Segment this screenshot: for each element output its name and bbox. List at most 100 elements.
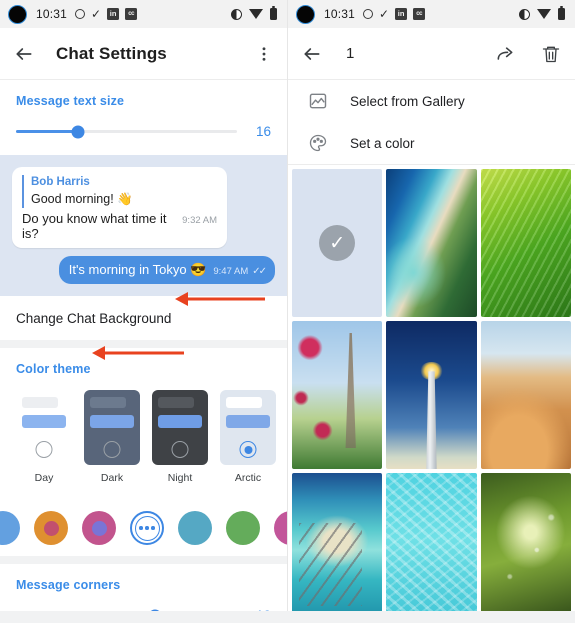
incoming-bubble: Bob Harris Good morning! 👋 Do you know w… <box>12 167 227 249</box>
battery-icon <box>270 6 277 20</box>
message-corners-label: Message corners <box>16 578 121 593</box>
wallpaper-overwater-villas[interactable] <box>292 473 383 621</box>
theme-card-preview[interactable] <box>84 390 140 466</box>
color-swatch-green[interactable] <box>226 511 260 546</box>
left-phone-panel: 10:31 ✓ in cc Chat Settings Message text… <box>0 0 288 623</box>
more-colors-icon <box>139 526 155 530</box>
theme-card-preview[interactable] <box>16 390 72 466</box>
linkedin-icon: in <box>107 8 120 20</box>
theme-preview-bar <box>90 397 126 409</box>
battery-icon <box>558 6 565 20</box>
theme-preview-bubble <box>22 415 66 429</box>
menu-item-label: Select from Gallery <box>350 93 465 109</box>
theme-radio-button[interactable] <box>103 441 121 459</box>
theme-card-preview[interactable] <box>220 390 276 466</box>
check-icon: ✓ <box>379 7 390 21</box>
dual-phone-screenshot: 10:31 ✓ in cc Chat Settings Message text… <box>0 0 575 623</box>
menu-item-label: Set a color <box>350 135 415 151</box>
wallpaper-clear-water[interactable] <box>386 473 477 621</box>
wallpaper-sand-dune[interactable] <box>480 321 571 469</box>
theme-label: Day <box>34 472 54 485</box>
arrow-left-icon[interactable] <box>14 44 34 64</box>
status-bar-left: 10:31 ✓ in cc <box>0 0 287 28</box>
slider-knob[interactable] <box>71 125 85 138</box>
theme-option-arctic[interactable]: Arctic <box>220 390 276 484</box>
right-phone-panel: 10:31 ✓ in cc 1 Select from Gallery Set … <box>288 0 575 623</box>
arrow-left-icon[interactable] <box>302 44 322 64</box>
outgoing-bubble: It's morning in Tokyo 😎 9:47 AM ✓✓ <box>58 256 275 285</box>
linkedin-icon: in <box>395 8 408 20</box>
message-text-size-slider-row: 16 <box>16 124 271 139</box>
ring-icon <box>75 9 86 19</box>
color-swatch-teal[interactable] <box>178 511 212 546</box>
color-swatch-blue[interactable] <box>0 511 20 546</box>
dnd-icon <box>519 8 530 20</box>
wallpaper-grid: ✓ <box>288 165 575 621</box>
status-time: 10:31 <box>324 7 356 21</box>
color-swatch-pink[interactable] <box>82 511 116 546</box>
theme-option-dark[interactable]: Dark <box>84 390 140 484</box>
section-divider-2 <box>0 556 287 565</box>
message-text-size-slider[interactable] <box>16 125 237 138</box>
theme-card-preview[interactable] <box>152 390 208 466</box>
wallpaper-selected-solid[interactable]: ✓ <box>292 169 383 317</box>
wallpaper-sunlit-forest[interactable] <box>480 473 571 621</box>
dnd-icon <box>231 8 242 20</box>
palette-icon <box>306 133 330 153</box>
share-arrow-icon[interactable] <box>495 44 515 64</box>
theme-label: Night <box>167 472 193 485</box>
wallpaper-lighthouse[interactable] <box>386 321 477 469</box>
left-app-bar: Chat Settings <box>0 28 287 80</box>
status-bar-right: 10:31 ✓ in cc <box>288 0 575 28</box>
menu-item-set-a-color[interactable]: Set a color <box>288 122 575 164</box>
color-swatch-orange[interactable] <box>34 511 68 546</box>
theme-preview-bubble <box>90 415 134 429</box>
check-icon: ✓ <box>319 225 356 261</box>
theme-card-list: Day Dark Night Arctic <box>16 390 276 484</box>
selection-count: 1 <box>346 45 355 62</box>
color-theme-label: Color theme <box>16 362 91 377</box>
image-icon <box>306 91 330 111</box>
message-text-size-value: 16 <box>255 124 271 139</box>
wifi-icon <box>249 9 263 19</box>
theme-radio-button[interactable] <box>239 441 257 459</box>
theme-preview-bubble <box>158 415 202 429</box>
theme-radio-button[interactable] <box>35 441 53 459</box>
color-theme-section: Color theme Day Dark Night Arctic <box>0 348 287 501</box>
outgoing-message-time: 9:47 AM <box>213 266 249 278</box>
theme-preview-bar <box>226 397 262 409</box>
cc-icon: cc <box>413 8 426 20</box>
change-chat-background-row[interactable]: Change Chat Background <box>0 296 287 341</box>
reply-text: Good morning! 👋 <box>31 191 133 206</box>
ring-icon <box>363 9 374 19</box>
theme-radio-button[interactable] <box>171 441 189 459</box>
section-divider <box>0 340 287 349</box>
status-system-icons <box>519 6 565 20</box>
incoming-message-text: Do you know what time it is? <box>22 211 167 242</box>
swatch-inner-dot <box>43 520 59 536</box>
background-options-menu: Select from Gallery Set a color <box>288 80 575 164</box>
theme-preview-bubble <box>226 415 270 429</box>
wallpaper-tropical-coast[interactable] <box>386 169 477 317</box>
avatar-icon <box>296 4 315 24</box>
trash-icon[interactable] <box>541 44 561 64</box>
status-notification-icons: ✓ in cc <box>363 7 426 21</box>
color-swatch-magenta[interactable] <box>274 511 287 546</box>
wallpaper-eiffel-tower[interactable] <box>292 321 383 469</box>
menu-item-select-from-gallery[interactable]: Select from Gallery <box>288 80 575 122</box>
reply-author: Bob Harris <box>31 176 90 188</box>
avatar-icon <box>8 4 27 24</box>
color-swatch-row[interactable] <box>0 500 287 556</box>
swatch-inner-dot <box>91 520 107 536</box>
message-text-size-section: Message text size 16 <box>0 80 287 155</box>
status-notification-icons: ✓ in cc <box>75 8 138 20</box>
color-swatch-more[interactable] <box>130 511 164 546</box>
bottom-system-strip <box>0 611 575 623</box>
theme-option-night[interactable]: Night <box>152 390 208 484</box>
theme-preview-bar <box>158 397 194 409</box>
read-receipt-icon: ✓✓ <box>252 266 267 278</box>
status-time: 10:31 <box>36 7 68 21</box>
theme-option-day[interactable]: Day <box>16 390 72 484</box>
more-vertical-icon[interactable] <box>255 45 273 63</box>
wallpaper-green-leaf[interactable] <box>480 169 571 317</box>
